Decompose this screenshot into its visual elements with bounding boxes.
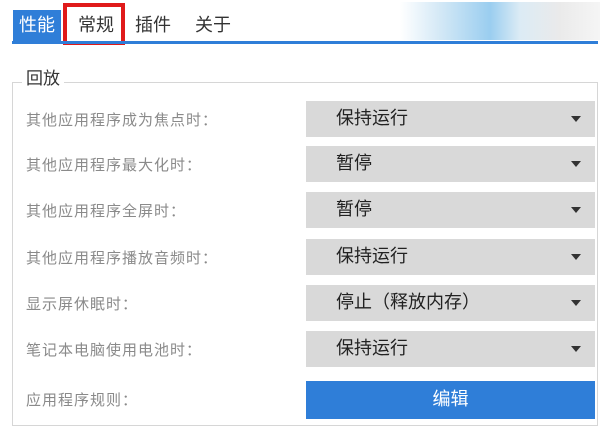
maximize-select-value: 暂停 bbox=[336, 153, 372, 174]
playback-group-title: 回放 bbox=[22, 67, 64, 91]
display-sleep-select[interactable]: 停止（释放内存） bbox=[306, 285, 595, 321]
app-rules-label: 应用程序规则： bbox=[26, 391, 139, 409]
fullscreen-select-value: 暂停 bbox=[336, 199, 372, 220]
chevron-down-icon bbox=[571, 207, 581, 213]
battery-select[interactable]: 保持运行 bbox=[306, 331, 595, 367]
highlight-annotation-box bbox=[63, 3, 125, 45]
battery-label: 笔记本电脑使用电池时： bbox=[26, 341, 203, 359]
maximize-select[interactable]: 暂停 bbox=[306, 146, 595, 182]
tab-about[interactable]: 关于 bbox=[192, 10, 234, 41]
focus-select-value: 保持运行 bbox=[336, 108, 408, 129]
settings-window: 性能 常规 插件 关于 回放 其他应用程序成为焦点时： 保持运行 其他应用程序最… bbox=[0, 0, 610, 430]
display-sleep-select-value: 停止（释放内存） bbox=[336, 292, 480, 313]
audio-select-value: 保持运行 bbox=[336, 246, 408, 267]
chevron-down-icon bbox=[571, 116, 581, 122]
tab-bar: 性能 常规 插件 关于 bbox=[0, 0, 610, 45]
tab-plugins[interactable]: 插件 bbox=[132, 10, 174, 41]
focus-select[interactable]: 保持运行 bbox=[306, 101, 595, 137]
edit-rules-button[interactable]: 编辑 bbox=[306, 381, 595, 419]
audio-label: 其他应用程序播放音频时： bbox=[26, 249, 219, 267]
display-sleep-label: 显示屏休眠时： bbox=[26, 295, 139, 313]
maximize-label: 其他应用程序最大化时： bbox=[26, 156, 203, 174]
focus-label: 其他应用程序成为焦点时： bbox=[26, 111, 219, 129]
chevron-down-icon bbox=[571, 254, 581, 260]
chevron-down-icon bbox=[571, 161, 581, 167]
chevron-down-icon bbox=[571, 300, 581, 306]
fullscreen-select[interactable]: 暂停 bbox=[306, 192, 595, 228]
tab-performance[interactable]: 性能 bbox=[13, 10, 61, 41]
audio-select[interactable]: 保持运行 bbox=[306, 239, 595, 275]
chevron-down-icon bbox=[571, 346, 581, 352]
battery-select-value: 保持运行 bbox=[336, 338, 408, 359]
blurred-region bbox=[400, 2, 600, 40]
tab-underline bbox=[12, 41, 598, 44]
fullscreen-label: 其他应用程序全屏时： bbox=[26, 202, 187, 220]
